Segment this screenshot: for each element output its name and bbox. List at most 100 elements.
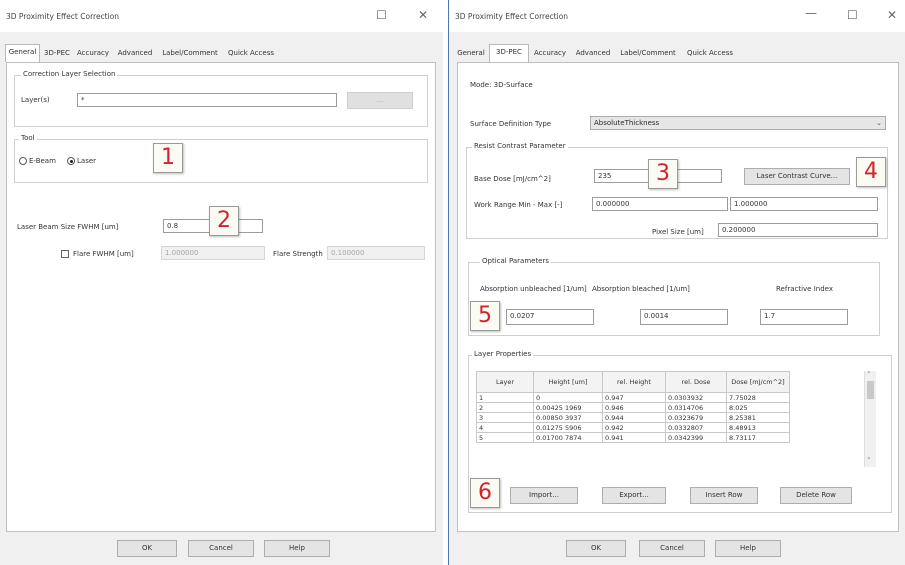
flare-strength-label: Flare Strength: [273, 250, 323, 258]
table-cell[interactable]: 2: [476, 402, 534, 413]
tab-quick-access[interactable]: Quick Access: [683, 46, 737, 61]
callout-badge-6: 6: [470, 478, 500, 508]
column-header[interactable]: rel. Height: [602, 371, 666, 393]
tab-advanced[interactable]: Advanced: [573, 46, 613, 61]
table-row[interactable]: 1 0 0.947 0.0303932 7.75028: [476, 392, 790, 403]
table-cell[interactable]: 0.0314706: [665, 402, 727, 413]
table-cell[interactable]: 8.25381: [726, 412, 790, 423]
table-cell[interactable]: 0.01700 7874: [533, 432, 603, 443]
optical-parameters-group-label: Optical Parameters: [480, 257, 552, 265]
table-row[interactable]: 4 0.01275 5906 0.942 0.0332807 8.48913: [476, 422, 790, 433]
maximize-icon[interactable]: ☐: [376, 8, 387, 22]
chevron-down-icon: ⌄: [876, 119, 882, 127]
absorption-unbleached-input[interactable]: 0.0207: [506, 309, 594, 325]
table-cell[interactable]: 0.0303932: [665, 392, 727, 403]
table-scrollbar[interactable]: ˄ ˅: [864, 371, 876, 467]
tab-quick-access[interactable]: Quick Access: [225, 46, 277, 61]
left-dialog-window: 3D Proximity Effect Correction ☐ ✕ Gener…: [0, 0, 444, 565]
tab-label-comment[interactable]: Label/Comment: [159, 46, 221, 61]
beam-size-label: Laser Beam Size FWHM [um]: [17, 223, 119, 231]
close-icon[interactable]: ✕: [887, 8, 897, 22]
cancel-button[interactable]: Cancel: [188, 540, 254, 557]
resist-contrast-group-label: Resist Contrast Parameter: [472, 142, 568, 150]
surface-type-label: Surface Definition Type: [470, 120, 552, 128]
table-cell[interactable]: 3: [476, 412, 534, 423]
table-cell[interactable]: 8.025: [726, 402, 790, 413]
laser-radio[interactable]: [67, 157, 75, 165]
table-cell[interactable]: 7.75028: [726, 392, 790, 403]
work-range-max-input[interactable]: 1.000000: [730, 197, 878, 211]
table-cell[interactable]: 0.944: [602, 412, 666, 423]
table-cell[interactable]: 0: [533, 392, 603, 403]
ok-button[interactable]: OK: [117, 540, 177, 557]
ebeam-radio[interactable]: [19, 157, 27, 165]
table-cell[interactable]: 1: [476, 392, 534, 403]
table-cell[interactable]: 0.00850 3937: [533, 412, 603, 423]
tab-3d-pec[interactable]: 3D-PEC: [489, 44, 529, 62]
work-range-min-input[interactable]: 0.000000: [592, 197, 728, 211]
table-cell[interactable]: 4: [476, 422, 534, 433]
import-button[interactable]: Import...: [510, 487, 578, 504]
table-cell[interactable]: 0.942: [602, 422, 666, 433]
column-header[interactable]: Layer: [476, 371, 534, 393]
table-cell[interactable]: 8.48913: [726, 422, 790, 433]
close-icon[interactable]: ✕: [418, 8, 428, 22]
table-row[interactable]: 2 0.00425 1969 0.946 0.0314706 8.025: [476, 402, 790, 413]
table-row[interactable]: 3 0.00850 3937 0.944 0.0323679 8.25381: [476, 412, 790, 423]
column-header[interactable]: Height [um]: [533, 371, 603, 393]
tab-general[interactable]: General: [455, 46, 487, 61]
left-tab-panel: Correction Layer Selection Layer(s) * ..…: [6, 62, 436, 532]
table-cell[interactable]: 0.0323679: [665, 412, 727, 423]
tab-general[interactable]: General: [5, 44, 40, 62]
column-header[interactable]: Dose [mJ/cm^2]: [726, 371, 790, 393]
tool-group-label: Tool: [19, 134, 37, 142]
tab-advanced[interactable]: Advanced: [115, 46, 155, 61]
ok-button[interactable]: OK: [566, 540, 626, 557]
refractive-index-label: Refractive Index: [776, 285, 833, 293]
callout-badge-4: 4: [856, 157, 886, 187]
table-cell[interactable]: 0.947: [602, 392, 666, 403]
help-button[interactable]: Help: [715, 540, 781, 557]
table-cell[interactable]: 0.946: [602, 402, 666, 413]
tab-accuracy[interactable]: Accuracy: [531, 46, 569, 61]
scrollbar-thumb[interactable]: [867, 381, 874, 399]
table-cell[interactable]: 8.73117: [726, 432, 790, 443]
tab-label-comment[interactable]: Label/Comment: [617, 46, 679, 61]
flare-strength-input[interactable]: 0.100000: [327, 246, 425, 260]
help-button[interactable]: Help: [264, 540, 330, 557]
laser-label: Laser: [77, 157, 97, 165]
base-dose-label: Base Dose [mJ/cm^2]: [474, 175, 551, 183]
table-cell[interactable]: 0.01275 5906: [533, 422, 603, 433]
table-header-row: Layer Height [um] rel. Height rel. Dose …: [476, 371, 790, 393]
table-row[interactable]: 5 0.01700 7874 0.941 0.0342399 8.73117: [476, 432, 790, 443]
laser-contrast-curve-button[interactable]: Laser Contrast Curve...: [744, 168, 850, 185]
table-cell[interactable]: 0.941: [602, 432, 666, 443]
scroll-down-icon[interactable]: ˅: [867, 457, 871, 465]
flare-checkbox[interactable]: [61, 250, 69, 258]
table-cell[interactable]: 0.00425 1969: [533, 402, 603, 413]
layers-input[interactable]: *: [77, 93, 337, 107]
tab-3d-pec[interactable]: 3D-PEC: [41, 46, 73, 61]
left-window-title: 3D Proximity Effect Correction: [6, 12, 120, 21]
table-cell[interactable]: 0.0332807: [665, 422, 727, 433]
pixel-size-input[interactable]: 0.200000: [718, 223, 878, 237]
table-cell[interactable]: 5: [476, 432, 534, 443]
minimize-icon[interactable]: —: [805, 6, 817, 20]
scroll-up-icon[interactable]: ˄: [867, 371, 871, 379]
refractive-index-input[interactable]: 1.7: [760, 309, 848, 325]
flare-fwhm-input[interactable]: 1.000000: [161, 246, 265, 260]
column-header[interactable]: rel. Dose: [665, 371, 727, 393]
callout-badge-5: 5: [470, 301, 500, 331]
cancel-button[interactable]: Cancel: [639, 540, 705, 557]
insert-row-button[interactable]: Insert Row: [690, 487, 758, 504]
layers-browse-button[interactable]: ...: [347, 92, 413, 109]
maximize-icon[interactable]: ☐: [847, 8, 858, 22]
tab-accuracy[interactable]: Accuracy: [75, 46, 111, 61]
surface-type-select[interactable]: AbsoluteThickness ⌄: [590, 116, 886, 130]
ebeam-label: E-Beam: [29, 157, 56, 165]
left-title-bar: 3D Proximity Effect Correction ☐ ✕: [0, 0, 443, 32]
absorption-bleached-input[interactable]: 0.0014: [640, 309, 728, 325]
table-cell[interactable]: 0.0342399: [665, 432, 727, 443]
delete-row-button[interactable]: Delete Row: [780, 487, 852, 504]
export-button[interactable]: Export...: [602, 487, 666, 504]
